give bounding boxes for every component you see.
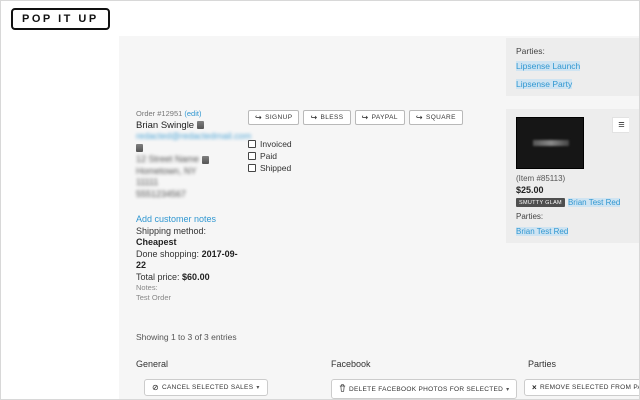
paypal-button-label: PAYPAL [371, 114, 398, 121]
invoiced-checkbox[interactable] [248, 140, 256, 148]
item-card-partial [629, 109, 639, 243]
caret-down-icon: ▾ [506, 386, 510, 393]
copy-icon[interactable] [197, 120, 205, 129]
done-shopping-label: Done shopping: [136, 248, 200, 259]
copy-icon[interactable] [202, 155, 210, 164]
cancel-selected-sales-button[interactable]: ⊘ CANCEL SELECTED SALES ▾ [144, 379, 268, 396]
delete-facebook-photos-button[interactable]: DELETE FACEBOOK PHOTOS FOR SELECTED ▾ [331, 379, 518, 399]
order-number-text: Order #12951 [136, 109, 183, 118]
item-color-link[interactable]: Brian Test Red [567, 198, 621, 207]
section-heading-general: General [136, 359, 169, 369]
delete-facebook-photos-label: DELETE FACEBOOK PHOTOS FOR SELECTED [349, 385, 504, 393]
item-photo-detail [533, 140, 569, 146]
bless-button[interactable]: ↪ BLESS [303, 110, 351, 125]
order-info: Order #12951 (edit) Brian Swingle redact… [136, 108, 251, 303]
customer-email-link[interactable]: redacted@redactedmail.com [136, 131, 251, 141]
section-heading-parties: Parties [528, 359, 557, 369]
item-card: ≡ (Item #85113) $25.00 SMUTTY GLAM Brian… [506, 109, 639, 243]
add-customer-notes-link[interactable]: Add customer notes [136, 214, 216, 224]
signup-button[interactable]: ↪ SIGNUP [248, 110, 300, 125]
signup-button-label: SIGNUP [265, 114, 293, 121]
total-price-value: $60.00 [182, 271, 210, 282]
invoiced-row: Invoiced [248, 138, 463, 150]
remove-from-parties-button[interactable]: × REMOVE SELECTED FROM PARTIES [524, 379, 639, 396]
main-content: Order #12951 (edit) Brian Swingle redact… [119, 36, 639, 399]
cancel-selected-sales-label: CANCEL SELECTED SALES [162, 384, 254, 391]
share-icon: ↪ [255, 112, 263, 122]
trash-icon [339, 384, 346, 394]
party-link-lipsense-party[interactable]: Lipsense Party [516, 79, 573, 89]
remove-from-parties-label: REMOVE SELECTED FROM PARTIES [539, 384, 639, 391]
order-number: Order #12951 (edit) [136, 108, 242, 120]
bless-button-label: BLESS [320, 114, 344, 121]
order-actions: ↪ SIGNUP ↪ BLESS ↪ PAYPAL ↪ SQUARE Invoiced … [248, 110, 463, 174]
address-line-4: 5551234567 [136, 188, 187, 199]
total-price-label: Total price: [136, 271, 180, 282]
shipped-row: Shipped [248, 162, 463, 174]
brand-logo[interactable]: POP IT UP [11, 8, 110, 30]
paid-row: Paid [248, 150, 463, 162]
item-party-link[interactable]: Brian Test Red [516, 227, 569, 236]
caret-down-icon: ▾ [256, 385, 260, 391]
item-number: (Item #85113) [516, 174, 566, 183]
item-badge: SMUTTY GLAM [516, 198, 565, 207]
invoiced-label: Invoiced [260, 139, 292, 149]
entries-count: Showing 1 to 3 of 3 entries [136, 332, 237, 342]
share-icon: ↪ [310, 112, 318, 122]
customer-name: Brian Swingle [136, 120, 242, 132]
address-line-2: Hometown, NY [136, 165, 197, 176]
notes-label: Notes: [136, 283, 158, 292]
square-button[interactable]: ↪ SQUARE [408, 110, 463, 125]
item-price: $25.00 [516, 185, 544, 195]
paid-checkbox[interactable] [248, 152, 256, 160]
x-icon: × [532, 383, 537, 392]
parties-panel-label: Parties: [516, 46, 545, 56]
section-heading-facebook: Facebook [331, 359, 371, 369]
share-icon: ↪ [415, 112, 423, 122]
item-parties-label: Parties: [516, 212, 544, 221]
address-line-3: 11111 [136, 177, 159, 187]
order-edit-link[interactable]: (edit) [184, 109, 201, 118]
item-photo[interactable] [516, 117, 584, 169]
copy-icon[interactable] [136, 144, 143, 153]
shipped-label: Shipped [260, 163, 292, 173]
status-checkbox-group: Invoiced Paid Shipped [248, 138, 463, 174]
party-link-lipsense-launch[interactable]: Lipsense Launch [516, 61, 581, 71]
shipping-method-label: Shipping method: [136, 225, 207, 236]
cancel-icon: ⊘ [152, 383, 160, 392]
top-bar: POP IT UP [1, 1, 639, 36]
paypal-button[interactable]: ↪ PAYPAL [354, 110, 405, 125]
shipped-checkbox[interactable] [248, 164, 256, 172]
parties-panel: Parties: Lipsense Launch Lipsense Party [506, 38, 639, 96]
share-icon: ↪ [361, 112, 369, 122]
paid-label: Paid [260, 151, 278, 161]
address-line-1: 12 Street Name [136, 154, 200, 164]
hamburger-icon: ≡ [618, 119, 625, 131]
total-price: Total price: $60.00 [136, 272, 242, 284]
notes-value: Test Order [136, 293, 172, 302]
payment-button-group: ↪ SIGNUP ↪ BLESS ↪ PAYPAL ↪ SQUARE [248, 110, 463, 125]
done-shopping: Done shopping: 2017-09-22 [136, 249, 242, 272]
square-button-label: SQUARE [425, 114, 456, 121]
customer-name-text: Brian Swingle [136, 119, 195, 131]
shipping-method-value: Cheapest [136, 237, 177, 247]
